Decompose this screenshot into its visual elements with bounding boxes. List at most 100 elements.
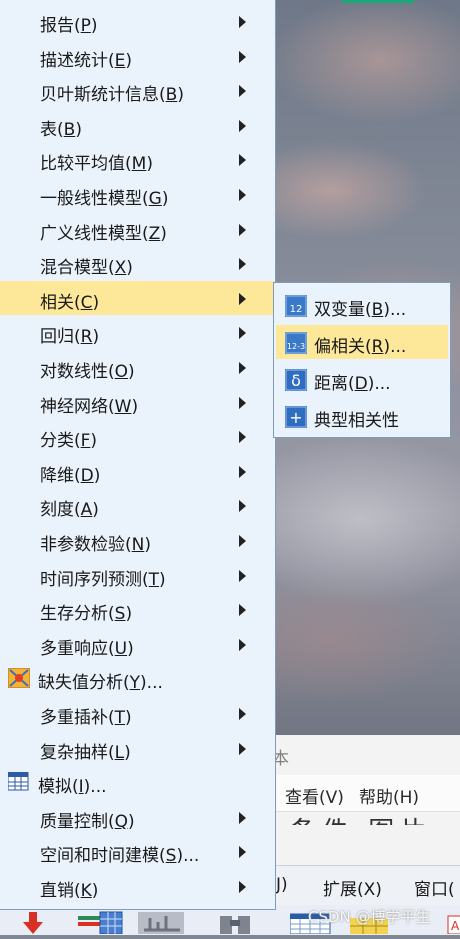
submenu-arrow-icon [239, 535, 246, 547]
submenu-item-1[interactable]: 12 双变量(B)... [276, 288, 448, 322]
chart-icon[interactable] [138, 910, 186, 934]
menu-item-10[interactable]: 回归(R) [0, 315, 275, 349]
submenu-arrow-icon [239, 258, 246, 271]
menu-item-label: 空间和时间建模(S)... [40, 846, 200, 867]
submenu-arrow-icon [239, 846, 246, 859]
svg-text:12: 12 [290, 304, 303, 315]
menu-fragment[interactable]: J) [276, 875, 288, 895]
menu-item-21[interactable]: 多重插补(T) [0, 696, 275, 730]
menu-item-label: 回归(R) [40, 327, 100, 348]
menu-item-label: 对数线性(O) [40, 362, 135, 382]
svg-text:+: + [289, 408, 302, 427]
submenu-arrow-icon [239, 811, 246, 824]
submenu-item-3[interactable]: δ 距离(D)... [276, 362, 448, 396]
analyze-menu: 报告(P) 描述统计(E) 贝叶斯统计信息(B) 表(B) 比较平均值(M) 一般线性模型… [0, 0, 276, 910]
menu-item-24[interactable]: 质量控制(Q) [0, 800, 275, 834]
menu-item-9[interactable]: 相关(C) [0, 280, 275, 315]
svg-text:δ: δ [291, 371, 301, 390]
svg-text:12-3: 12-3 [287, 342, 305, 351]
menu-item-label: 神经网络(W) [40, 396, 139, 417]
submenu-arrow-icon [239, 638, 246, 651]
menu-item-26[interactable]: 直销(K) [0, 869, 275, 903]
menu-item-label: 相关(C) [40, 292, 100, 313]
menu-item-23[interactable]: 模拟(I)... [0, 765, 275, 799]
submenu-arrow-icon [239, 119, 246, 132]
menu-item-label: 非参数检验(N) [40, 535, 151, 555]
menu-item-4[interactable]: 表(B) [0, 108, 275, 142]
bivariate-icon: 12 [285, 295, 307, 317]
svg-text:A: A [451, 919, 460, 933]
menu-item-label: 模拟(I)... [38, 777, 107, 798]
menu-item-12[interactable]: 神经网络(W) [0, 385, 275, 419]
correlate-submenu: 12 双变量(B)... 12-3 偏相关(R)... δ 距离(D)... + 典型相关性 [273, 282, 451, 438]
missing-value-icon [7, 667, 31, 689]
menu-extensions[interactable]: 扩展(X) [323, 875, 382, 900]
menu-item-label: 缺失值分析(Y)... [38, 673, 163, 694]
submenu-arrow-icon [239, 708, 246, 720]
menu-item-11[interactable]: 对数线性(O) [0, 350, 275, 384]
menu-item-25[interactable]: 空间和时间建模(S)... [0, 834, 275, 868]
menu-item-7[interactable]: 广义线性模型(Z) [0, 212, 275, 246]
submenu-item-4[interactable]: + 典型相关性 [276, 399, 448, 433]
window-accent-bar [342, 0, 414, 3]
submenu-item-label: 偏相关(R)... [314, 337, 407, 357]
menu-item-20[interactable]: 缺失值分析(Y)... [0, 661, 275, 695]
download-arrow-icon[interactable] [22, 910, 44, 934]
menu-item-18[interactable]: 生存分析(S) [0, 592, 275, 626]
binoculars-icon[interactable] [216, 910, 256, 934]
menu-item-19[interactable]: 多重响应(U) [0, 627, 275, 661]
submenu-arrow-icon [239, 396, 246, 409]
menu-item-3[interactable]: 贝叶斯统计信息(B) [0, 73, 275, 107]
menu-item-5[interactable]: 比较平均值(M) [0, 142, 275, 176]
submenu-item-label: 距离(D)... [314, 374, 391, 394]
canonical-correlation-icon: + [285, 406, 307, 428]
menu-item-label: 复杂抽样(L) [40, 742, 131, 763]
menu-item-label: 报告(P) [40, 16, 98, 36]
submenu-arrow-icon [239, 742, 246, 755]
distance-icon: δ [285, 369, 307, 391]
menu-item-label: 生存分析(S) [40, 604, 133, 625]
menu-item-label: 多重响应(U) [40, 638, 134, 659]
simulation-icon [7, 771, 30, 792]
menu-item-22[interactable]: 复杂抽样(L) [0, 731, 275, 765]
submenu-arrow-icon [239, 189, 246, 201]
submenu-arrow-icon [239, 327, 246, 340]
menu-item-2[interactable]: 描述统计(E) [0, 39, 275, 73]
menu-item-17[interactable]: 时间序列预测(T) [0, 558, 275, 592]
menu-item-8[interactable]: 混合模型(X) [0, 246, 275, 280]
background-text-fragment: 条件 图片 [290, 811, 432, 825]
submenu-arrow-icon [239, 362, 246, 374]
menu-item-14[interactable]: 降维(D) [0, 454, 275, 488]
menu-item-15[interactable]: 刻度(A) [0, 488, 275, 522]
menu-item-label: 质量控制(Q) [40, 811, 135, 832]
menu-window[interactable]: 窗口( [414, 875, 455, 900]
submenu-arrow-icon [239, 50, 246, 63]
menu-item-label: 时间序列预测(T) [40, 569, 166, 590]
submenu-arrow-icon [239, 154, 246, 167]
submenu-arrow-icon [239, 465, 246, 478]
submenu-item-label: 双变量(B)... [314, 300, 407, 320]
menu-item-label: 广义线性模型(Z) [40, 223, 167, 244]
menu-item-label: 分类(F) [40, 431, 98, 452]
submenu-item-2[interactable]: 12-3 偏相关(R)... [276, 325, 448, 359]
menu-help[interactable]: 帮助(H) [359, 783, 419, 808]
submenu-arrow-icon [239, 604, 246, 617]
menu-item-label: 表(B) [40, 119, 82, 140]
data-grid-icon[interactable] [78, 910, 124, 935]
menu-item-label: 描述统计(E) [40, 50, 133, 71]
watermark: CSDN @博学平生 [308, 908, 431, 926]
menu-item-6[interactable]: 一般线性模型(G) [0, 177, 275, 211]
menu-item-label: 贝叶斯统计信息(B) [40, 85, 184, 106]
menu-item-13[interactable]: 分类(F) [0, 419, 275, 453]
submenu-arrow-icon [239, 85, 246, 98]
submenu-arrow-icon [239, 500, 246, 513]
menu-item-label: 多重插补(T) [40, 708, 132, 728]
red-icon[interactable]: A [446, 910, 460, 935]
menu-item-1[interactable]: 报告(P) [0, 4, 275, 38]
menu-view[interactable]: 查看(V) [285, 783, 344, 808]
submenu-arrow-icon [239, 431, 246, 444]
submenu-arrow-icon [239, 223, 246, 236]
menu-item-label: 刻度(A) [40, 500, 99, 521]
menu-item-16[interactable]: 非参数检验(N) [0, 523, 275, 557]
menu-item-label: 一般线性模型(G) [40, 189, 169, 209]
